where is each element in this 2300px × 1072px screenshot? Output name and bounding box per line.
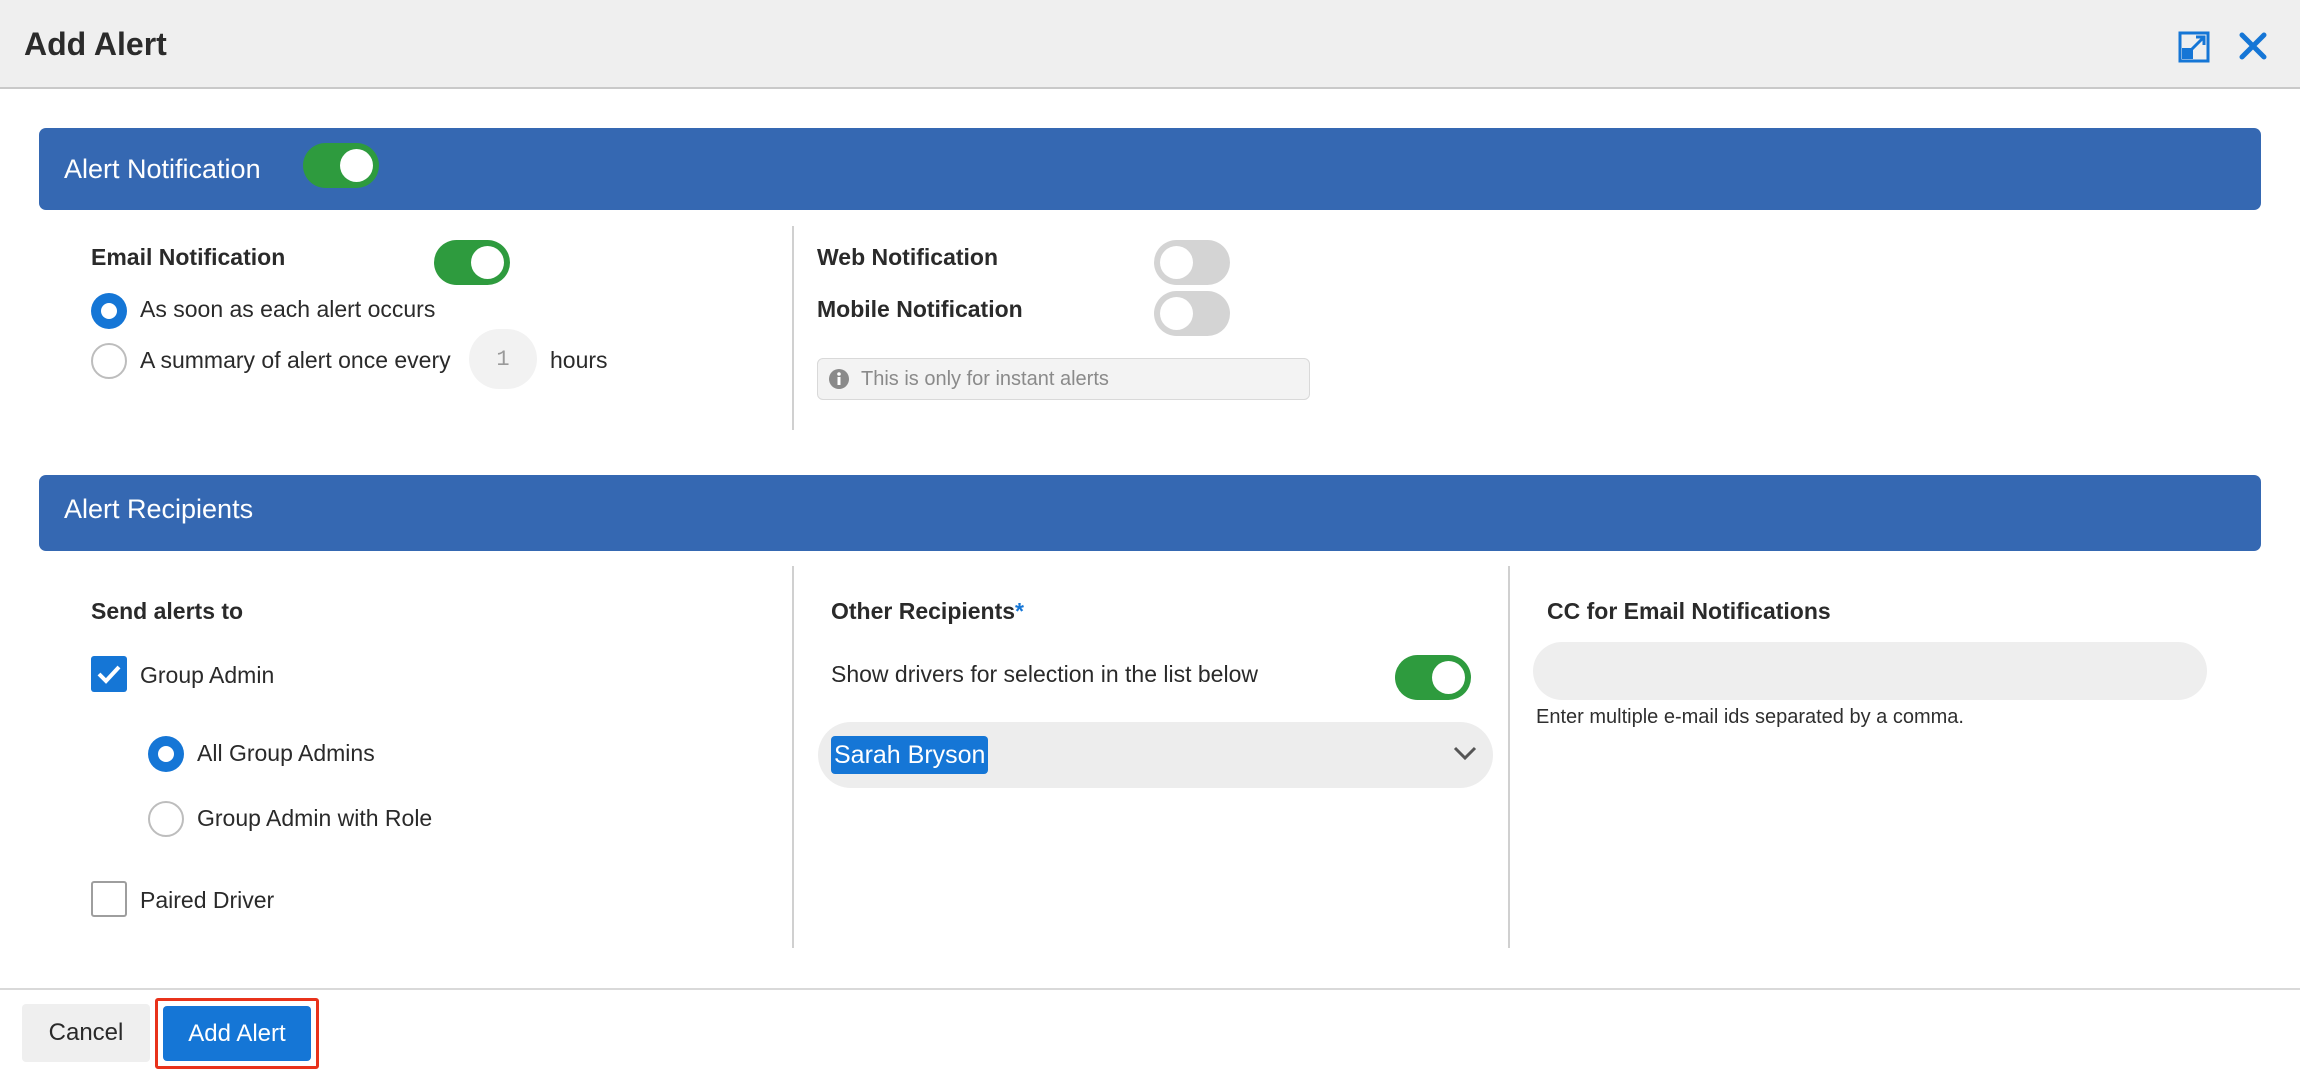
add-alert-button[interactable]: Add Alert [163, 1006, 311, 1061]
cc-help-text: Enter multiple e-mail ids separated by a… [1536, 706, 1964, 728]
alert-recipients-title: Alert Recipients [64, 494, 254, 524]
radio-summary[interactable] [91, 343, 127, 379]
info-text: This is only for instant alerts [861, 368, 1109, 390]
radio-instant-label: As soon as each alert occurs [140, 296, 436, 322]
close-icon[interactable] [2238, 31, 2268, 61]
show-drivers-label: Show drivers for selection in the list b… [831, 661, 1258, 687]
radio-summary-label: A summary of alert once every [140, 347, 451, 373]
expand-icon[interactable] [2178, 31, 2210, 63]
hours-label: hours [550, 347, 608, 373]
paired-driver-checkbox[interactable] [91, 881, 127, 917]
cc-email-input[interactable] [1533, 642, 2207, 700]
show-drivers-toggle[interactable] [1395, 655, 1471, 700]
web-notification-label: Web Notification [817, 244, 999, 270]
all-group-admins-radio[interactable] [148, 736, 184, 772]
email-notification-toggle[interactable] [434, 240, 510, 285]
web-notification-toggle[interactable] [1154, 240, 1230, 285]
group-admin-with-role-radio[interactable] [148, 801, 184, 837]
cc-label: CC for Email Notifications [1547, 598, 1831, 624]
email-notification-label: Email Notification [91, 244, 286, 270]
alert-notification-toggle[interactable] [303, 143, 379, 188]
send-alerts-to-label: Send alerts to [91, 598, 244, 624]
chevron-down-icon[interactable] [1452, 744, 1478, 762]
all-group-admins-label: All Group Admins [197, 740, 375, 766]
summary-hours-input[interactable]: 1 [469, 329, 537, 389]
info-icon [829, 369, 849, 389]
selected-recipient-chip[interactable]: Sarah Bryson [831, 736, 989, 774]
group-admin-checkbox[interactable] [91, 656, 127, 692]
other-recipients-label: Other Recipients* [831, 598, 1024, 624]
mobile-notification-label: Mobile Notification [817, 296, 1023, 322]
recipients-divider-2 [1508, 566, 1510, 948]
dialog-header [0, 0, 2300, 89]
group-admin-with-role-label: Group Admin with Role [197, 805, 433, 831]
recipients-divider-1 [792, 566, 794, 948]
paired-driver-label: Paired Driver [140, 887, 275, 913]
footer-divider [0, 988, 2300, 990]
group-admin-label: Group Admin [140, 662, 275, 688]
dialog-title: Add Alert [24, 26, 167, 62]
required-mark: * [1015, 598, 1024, 624]
mobile-notification-toggle[interactable] [1154, 291, 1230, 336]
alert-recipients-bar [39, 475, 2261, 551]
check-icon [97, 665, 121, 684]
notification-divider [792, 226, 794, 430]
alert-notification-title: Alert Notification [64, 154, 261, 184]
radio-instant[interactable] [91, 293, 127, 329]
cancel-button[interactable]: Cancel [22, 1004, 150, 1062]
